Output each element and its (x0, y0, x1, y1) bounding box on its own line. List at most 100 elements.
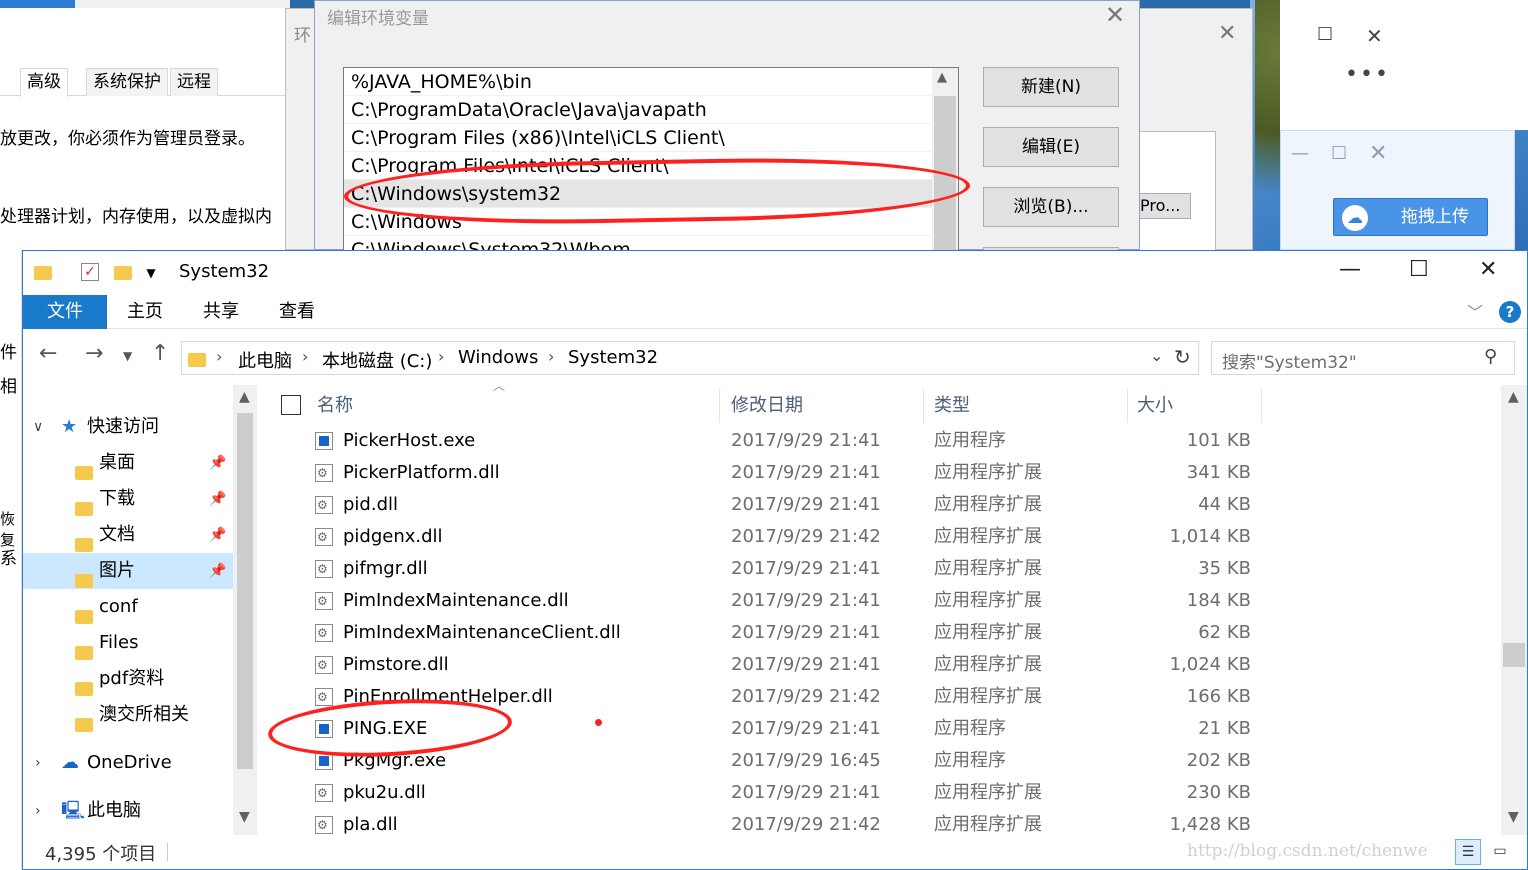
scroll-up-icon[interactable]: ▲ (1508, 389, 1519, 405)
breadcrumb-separator[interactable]: › (548, 347, 554, 366)
close-icon[interactable]: ✕ (1369, 141, 1387, 166)
minimize-icon[interactable]: — (1291, 143, 1309, 164)
scroll-up-icon[interactable]: ▲ (239, 389, 250, 405)
scroll-up-icon[interactable]: ▲ (937, 70, 947, 85)
chevron-down-icon[interactable]: ⌄ (1150, 346, 1163, 365)
column-header-size[interactable]: 大小 (1137, 389, 1173, 423)
tab-home[interactable]: 主页 (107, 295, 183, 329)
minimize-icon[interactable]: — (1339, 257, 1361, 282)
nav-this-pc[interactable]: › 🖳 此电脑 (23, 793, 233, 829)
recent-dropdown-icon[interactable]: ▼ (123, 349, 132, 363)
path-item[interactable]: %JAVA_HOME%\bin (344, 68, 932, 96)
table-row[interactable]: PimIndexMaintenance.dll 2017/9/29 21:41 应用… (271, 585, 1271, 617)
table-row[interactable]: PickerPlatform.dll 2017/9/29 21:41 应用程序扩展 3… (271, 457, 1271, 489)
forward-icon[interactable]: → (85, 341, 103, 366)
tab-file[interactable]: 文件 (23, 295, 107, 329)
breadcrumb-system32[interactable]: System32 (568, 347, 658, 368)
tab-share[interactable]: 共享 (183, 295, 259, 329)
details-view-icon[interactable]: ☰ (1455, 839, 1481, 865)
table-row[interactable]: pifmgr.dll 2017/9/29 21:41 应用程序扩展 35 KB (271, 553, 1271, 585)
help-icon[interactable]: ? (1499, 301, 1521, 323)
table-row[interactable]: PimIndexMaintenanceClient.dll 2017/9/29 2… (271, 617, 1271, 649)
table-row[interactable]: pku2u.dll 2017/9/29 21:41 应用程序扩展 230 KB (271, 777, 1271, 809)
close-icon[interactable]: ✕ (1105, 1, 1125, 29)
scrollbar-thumb[interactable] (1503, 643, 1525, 667)
breadcrumb-local-disk[interactable]: 本地磁盘 (C:) (322, 347, 432, 373)
breadcrumb-windows[interactable]: Windows (458, 347, 538, 368)
nav-quick-access[interactable]: ∨ ★ 快速访问 (23, 409, 233, 445)
edit-button[interactable]: 编辑(E) (983, 127, 1119, 167)
table-row[interactable]: PickerHost.exe 2017/9/29 21:41 应用程序 101 KB (271, 425, 1271, 457)
nav-pane-scrollbar[interactable]: ▲ ▼ (233, 385, 257, 835)
properties-icon[interactable]: ✓ (81, 263, 99, 281)
select-all-checkbox[interactable] (281, 395, 301, 415)
path-item[interactable]: C:\ProgramData\Oracle\Java\javapath (344, 96, 932, 124)
large-icons-view-icon[interactable]: ▭ (1487, 839, 1513, 865)
search-box[interactable]: 搜索"System32" ⚲ (1211, 341, 1515, 375)
back-icon[interactable]: ← (39, 341, 57, 366)
breadcrumb-this-pc[interactable]: 此电脑 (238, 347, 292, 373)
tab-view[interactable]: 查看 (259, 295, 335, 329)
close-icon[interactable]: ✕ (1366, 24, 1383, 48)
breadcrumb-separator[interactable]: › (216, 347, 222, 366)
pin-icon[interactable]: 📌 (209, 445, 226, 481)
sidebar-item-desktop[interactable]: 桌面 📌 (23, 445, 233, 481)
pin-icon[interactable]: 📌 (209, 517, 226, 553)
path-list-scrollbar[interactable]: ▲ (932, 68, 958, 256)
pin-icon[interactable]: 📌 (209, 481, 226, 517)
system-properties-taskbar-tab[interactable] (0, 0, 75, 8)
close-icon[interactable]: ✕ (1479, 257, 1497, 282)
chevron-right-icon[interactable]: › (35, 793, 41, 829)
maximize-icon[interactable]: ☐ (1331, 143, 1347, 164)
chevron-down-icon[interactable]: ∨ (33, 409, 43, 445)
new-folder-icon[interactable] (113, 263, 133, 283)
sidebar-item-pictures[interactable]: 图片 📌 (23, 553, 233, 589)
column-divider[interactable] (719, 389, 720, 423)
tab-system-protection[interactable]: 系统保护 (86, 68, 168, 96)
drag-upload-button[interactable]: ☁ 拖拽上传 (1333, 198, 1488, 236)
path-item[interactable]: C:\Program Files (x86)\Intel\iCLS Client… (344, 124, 932, 152)
sidebar-item-asx[interactable]: 澳交所相关 (23, 697, 233, 733)
maximize-icon[interactable]: ☐ (1317, 24, 1333, 45)
more-icon[interactable]: ••• (1345, 62, 1390, 87)
tab-remote[interactable]: 远程 (170, 68, 218, 96)
nav-onedrive-label: OneDrive (87, 752, 172, 773)
column-header-name[interactable]: 名称 (317, 389, 353, 423)
sidebar-item-documents[interactable]: 文档 📌 (23, 517, 233, 553)
pro-button[interactable]: Pro... (1136, 193, 1191, 219)
chevron-right-icon[interactable]: › (35, 745, 41, 781)
column-divider[interactable] (1127, 389, 1128, 423)
address-bar[interactable]: › 此电脑 › 本地磁盘 (C:) › Windows › System32 ⌄… (181, 341, 1199, 375)
new-button[interactable]: 新建(N) (983, 67, 1119, 107)
column-header-type[interactable]: 类型 (934, 389, 970, 423)
sidebar-item-downloads[interactable]: 下载 📌 (23, 481, 233, 517)
breadcrumb-separator[interactable]: › (302, 347, 308, 366)
nav-onedrive[interactable]: › ☁ OneDrive (23, 745, 233, 781)
browse-button[interactable]: 浏览(B)... (983, 187, 1119, 227)
close-icon[interactable]: ✕ (1218, 21, 1236, 46)
table-row[interactable]: pid.dll 2017/9/29 21:41 应用程序扩展 44 KB (271, 489, 1271, 521)
quick-access-dropdown-icon[interactable]: ▼ (141, 263, 161, 283)
table-row[interactable]: Pimstore.dll 2017/9/29 21:41 应用程序扩展 1,024 K… (271, 649, 1271, 681)
sidebar-item-files[interactable]: Files (23, 625, 233, 661)
search-input[interactable]: 搜索"System32" (1222, 348, 1357, 373)
sidebar-item-pdf[interactable]: pdf资料 (23, 661, 233, 697)
search-icon[interactable]: ⚲ (1484, 346, 1497, 367)
maximize-icon[interactable]: ☐ (1409, 257, 1429, 282)
pin-icon[interactable]: 📌 (209, 553, 226, 589)
tab-advanced[interactable]: 高级 (20, 68, 68, 97)
table-row[interactable]: pidgenx.dll 2017/9/29 21:42 应用程序扩展 1,014 KB (271, 521, 1271, 553)
up-icon[interactable]: ↑ (151, 341, 169, 366)
column-divider[interactable] (923, 389, 924, 423)
column-header-date[interactable]: 修改日期 (731, 389, 803, 423)
scroll-down-icon[interactable]: ▼ (239, 809, 250, 825)
column-divider[interactable] (1261, 389, 1262, 423)
breadcrumb-separator[interactable]: › (438, 347, 444, 366)
system-properties-tabs: 高级 系统保护 远程 (0, 66, 290, 97)
scrollbar-thumb[interactable] (237, 413, 253, 769)
file-list-scrollbar[interactable]: ▲ ▼ (1501, 385, 1527, 835)
scroll-down-icon[interactable]: ▼ (1508, 809, 1519, 825)
refresh-icon[interactable]: ↻ (1174, 345, 1191, 369)
chevron-down-icon[interactable]: ﹀ (1467, 299, 1483, 323)
sidebar-item-conf[interactable]: conf (23, 589, 233, 625)
